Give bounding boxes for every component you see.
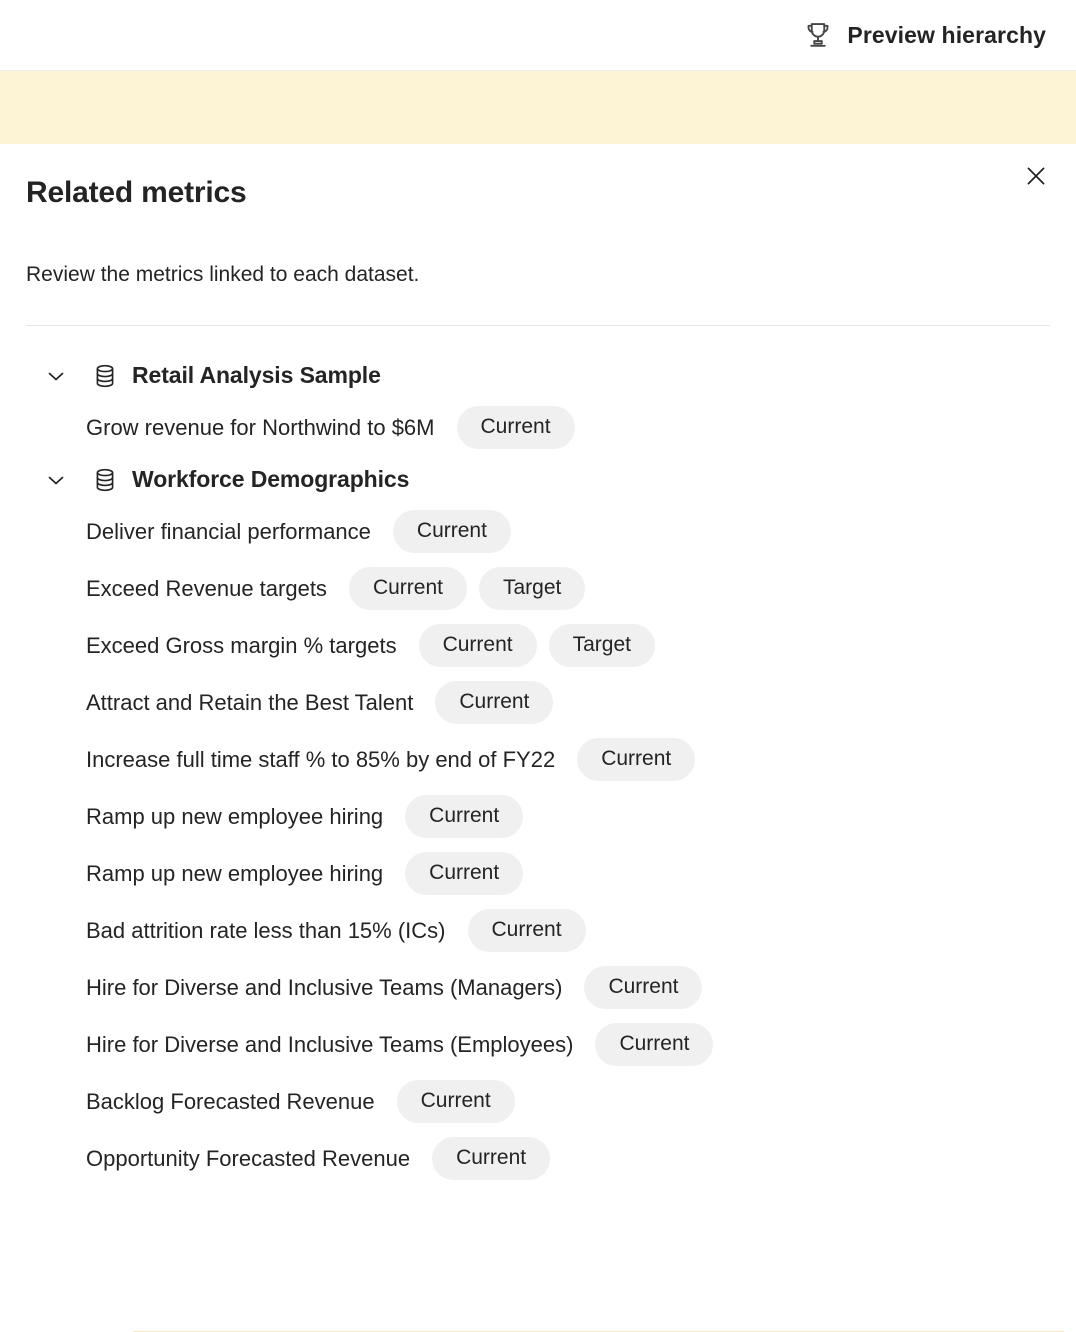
metric-badges: Current xyxy=(432,1137,551,1180)
metric-badges: Current xyxy=(405,852,524,895)
metric-row[interactable]: Attract and Retain the Best Talent Curren… xyxy=(0,674,1076,731)
metric-label: Exceed Gross margin % targets xyxy=(86,632,397,658)
status-badge[interactable]: Current xyxy=(392,510,511,553)
trophy-icon xyxy=(803,20,833,50)
metric-row[interactable]: Exceed Gross margin % targets Current Targ… xyxy=(0,617,1076,674)
metric-badges: Current xyxy=(405,795,524,838)
status-badge[interactable]: Target xyxy=(548,624,655,667)
metric-label: Hire for Diverse and Inclusive Teams (Ma… xyxy=(86,974,563,1000)
metric-label: Ramp up new employee hiring xyxy=(86,803,384,829)
metric-label: Ramp up new employee hiring xyxy=(86,860,384,886)
metric-row[interactable]: Hire for Diverse and Inclusive Teams (Ma… xyxy=(0,959,1076,1016)
metric-row[interactable]: Deliver financial performance Current xyxy=(0,503,1076,560)
close-icon xyxy=(1023,163,1049,189)
database-icon xyxy=(92,363,118,389)
preview-hierarchy-label: Preview hierarchy xyxy=(847,21,1046,48)
metric-badges: Current Target xyxy=(348,567,586,610)
metric-row[interactable]: Ramp up new employee hiring Current xyxy=(0,845,1076,902)
status-badge[interactable]: Current xyxy=(348,567,467,610)
metric-badges: Current xyxy=(435,681,554,724)
metric-badges: Current xyxy=(467,909,586,952)
page-title: Related metrics xyxy=(26,176,247,209)
metric-row[interactable]: Exceed Revenue targets Current Target xyxy=(0,560,1076,617)
metric-label: Exceed Revenue targets xyxy=(86,575,327,601)
panel-subtitle: Review the metrics linked to each datase… xyxy=(26,263,420,286)
preview-hierarchy-button[interactable]: Preview hierarchy xyxy=(797,16,1052,54)
metric-row[interactable]: Opportunity Forecasted Revenue Current xyxy=(0,1130,1076,1187)
metric-label: Backlog Forecasted Revenue xyxy=(86,1088,375,1114)
notification-banner xyxy=(0,70,1076,144)
metric-badges: Current xyxy=(577,738,696,781)
status-badge[interactable]: Current xyxy=(432,1137,551,1180)
metric-row[interactable]: Increase full time staff % to 85% by end… xyxy=(0,731,1076,788)
header-divider xyxy=(26,325,1050,326)
status-badge[interactable]: Current xyxy=(396,1080,515,1123)
chevron-down-icon xyxy=(44,364,68,388)
metric-badges: Current xyxy=(396,1080,515,1123)
status-badge[interactable]: Current xyxy=(467,909,586,952)
dataset-group-header[interactable]: Workforce Demographics xyxy=(0,456,1076,503)
metric-label: Hire for Diverse and Inclusive Teams (Em… xyxy=(86,1031,574,1057)
status-badge[interactable]: Current xyxy=(435,681,554,724)
metric-badges: Current xyxy=(595,1023,714,1066)
metric-row[interactable]: Backlog Forecasted Revenue Current xyxy=(0,1073,1076,1130)
status-badge[interactable]: Current xyxy=(584,966,703,1009)
metric-badges: Current xyxy=(584,966,703,1009)
dataset-group-title: Retail Analysis Sample xyxy=(132,362,381,388)
status-badge[interactable]: Current xyxy=(405,852,524,895)
chevron-down-icon xyxy=(44,468,68,492)
close-button[interactable] xyxy=(1014,154,1058,198)
status-badge[interactable]: Current xyxy=(456,406,575,449)
panel-header: Related metrics Review the metrics linke… xyxy=(0,144,1076,326)
metric-badges: Current Target xyxy=(418,624,655,667)
metric-label: Bad attrition rate less than 15% (ICs) xyxy=(86,917,446,943)
dataset-group-title: Workforce Demographics xyxy=(132,466,410,492)
status-badge[interactable]: Current xyxy=(595,1023,714,1066)
status-badge[interactable]: Current xyxy=(418,624,537,667)
status-badge[interactable]: Current xyxy=(405,795,524,838)
metric-row[interactable]: Hire for Diverse and Inclusive Teams (Em… xyxy=(0,1016,1076,1073)
database-icon xyxy=(92,467,118,493)
metric-badges: Current xyxy=(392,510,511,553)
metric-row[interactable]: Bad attrition rate less than 15% (ICs) Cu… xyxy=(0,902,1076,959)
metric-label: Opportunity Forecasted Revenue xyxy=(86,1145,411,1171)
metric-label: Attract and Retain the Best Talent xyxy=(86,689,414,715)
metric-row[interactable]: Ramp up new employee hiring Current xyxy=(0,788,1076,845)
status-badge[interactable]: Current xyxy=(577,738,696,781)
dataset-group-header[interactable]: Retail Analysis Sample xyxy=(0,352,1076,399)
metric-label: Increase full time staff % to 85% by end… xyxy=(86,746,556,772)
top-bar: Preview hierarchy xyxy=(0,0,1076,70)
metric-label: Deliver financial performance xyxy=(86,518,371,544)
metric-row[interactable]: Grow revenue for Northwind to $6M Current xyxy=(0,399,1076,456)
status-badge[interactable]: Target xyxy=(478,567,586,610)
dataset-groups-list: Retail Analysis Sample Grow revenue for N… xyxy=(0,326,1076,1187)
metric-label: Grow revenue for Northwind to $6M xyxy=(86,414,435,440)
metric-badges: Current xyxy=(456,406,575,449)
